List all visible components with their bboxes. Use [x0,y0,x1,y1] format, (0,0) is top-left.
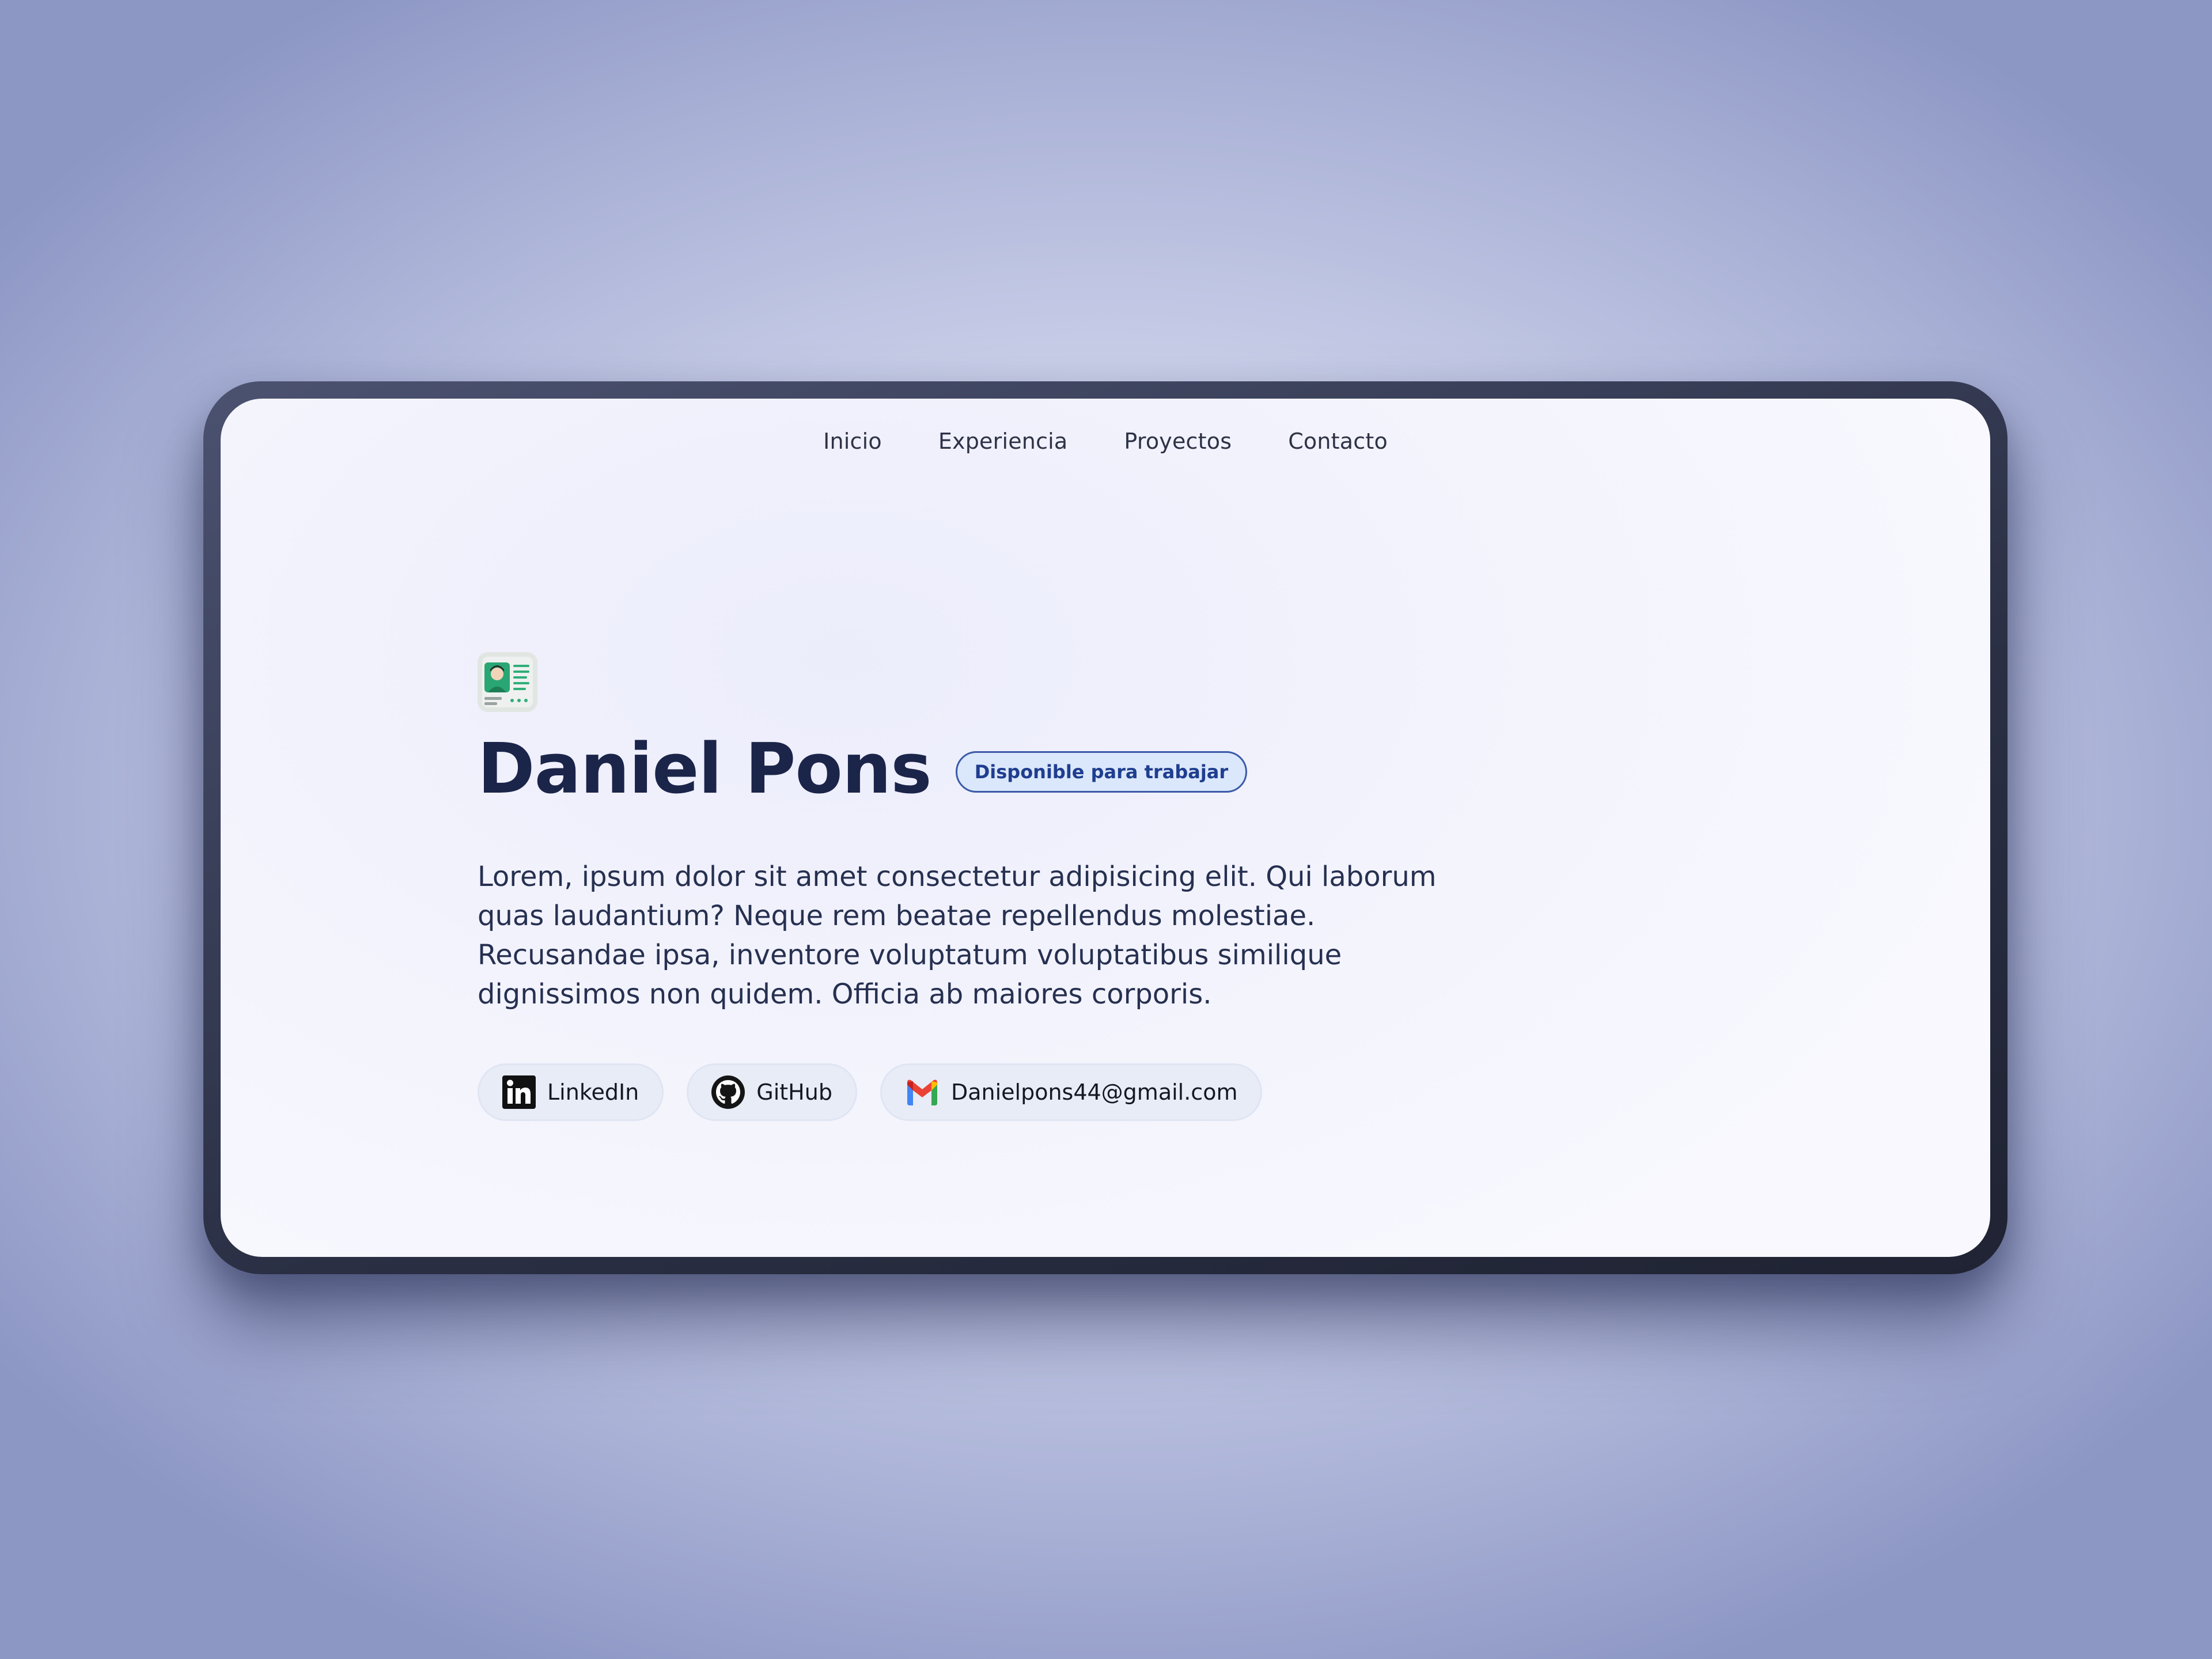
nav-link-experiencia[interactable]: Experiencia [938,429,1068,454]
linkedin-label: LinkedIn [547,1080,639,1105]
page-title: Daniel Pons [478,729,932,809]
top-navigation: Inicio Experiencia Proyectos Contacto [221,429,1990,454]
linkedin-icon [502,1075,536,1109]
github-button[interactable]: GitHub [687,1063,857,1121]
browser-screen: Inicio Experiencia Proyectos Contacto Da… [221,399,1990,1257]
nav-link-inicio[interactable]: Inicio [823,429,882,454]
nav-link-contacto[interactable]: Contacto [1288,429,1388,454]
github-label: GitHub [756,1080,832,1105]
email-label: Danielpons44@gmail.com [950,1080,1238,1105]
title-row: Daniel Pons Disponible para trabajar [478,735,1457,804]
nav-link-proyectos[interactable]: Proyectos [1124,429,1232,454]
email-button[interactable]: Danielpons44@gmail.com [880,1063,1263,1121]
availability-badge: Disponible para trabajar [955,751,1248,793]
profile-card-icon [478,652,537,712]
github-icon [711,1075,745,1109]
social-links: LinkedIn GitHub Danielpons44@gmail.com [478,1063,1457,1121]
gmail-icon [905,1079,940,1105]
device-frame: Inicio Experiencia Proyectos Contacto Da… [203,381,2008,1274]
linkedin-button[interactable]: LinkedIn [478,1063,664,1121]
page-background: { "nav": { "items": [ {"label": "Inicio"… [0,0,2212,1659]
hero-section: Daniel Pons Disponible para trabajar Lor… [478,652,1457,1121]
hero-description: Lorem, ipsum dolor sit amet consectetur … [478,861,1437,1010]
